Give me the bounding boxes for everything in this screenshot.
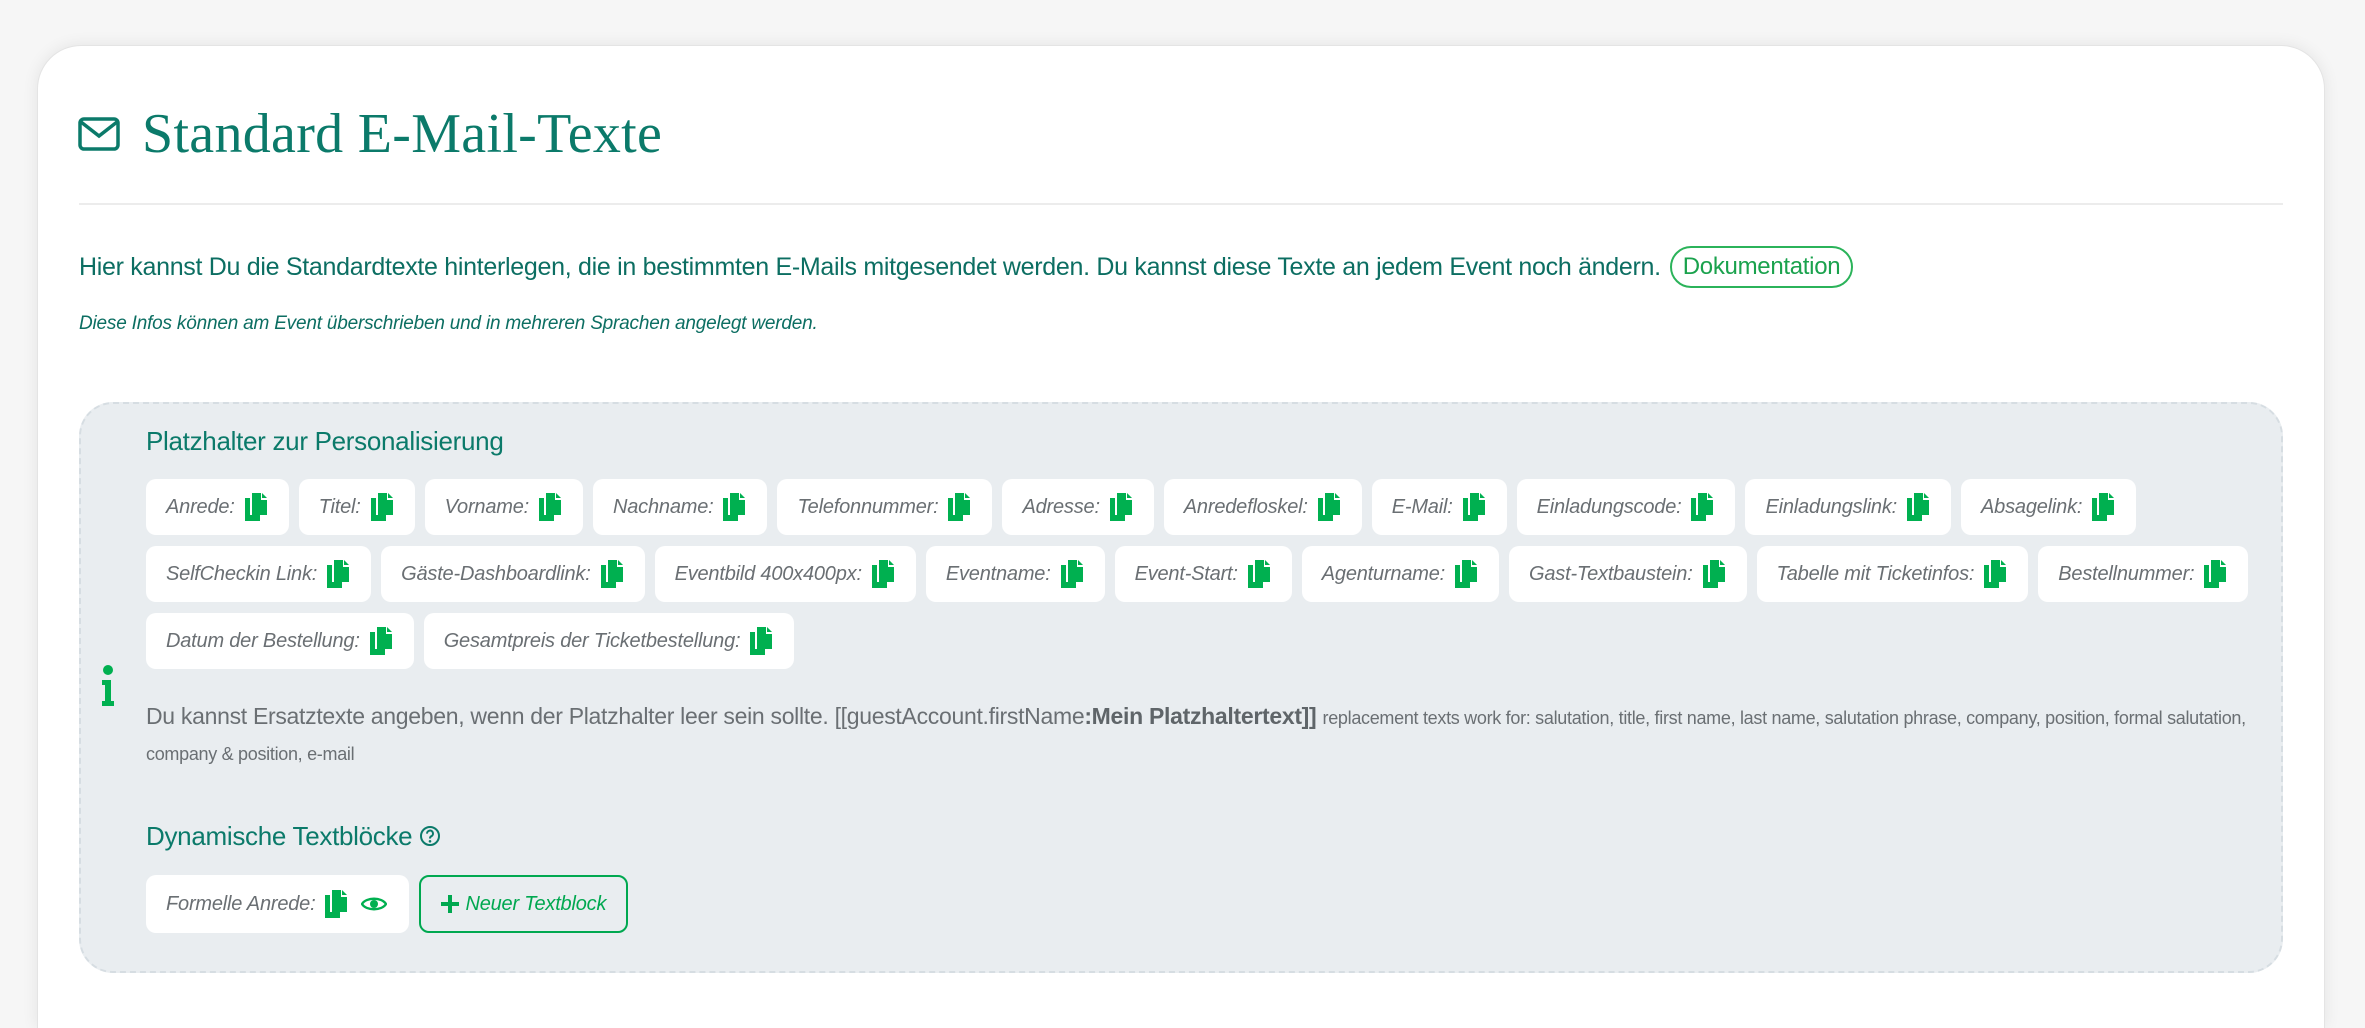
dynamic-blocks-header: Dynamische Textblöcke [146, 817, 2259, 855]
copy-icon[interactable] [2092, 493, 2115, 521]
copy-icon[interactable] [1455, 560, 1478, 588]
envelope-icon [78, 117, 120, 151]
placeholders-heading: Platzhalter zur Personalisierung [146, 426, 504, 456]
page-title: Standard E-Mail-Texte [142, 103, 663, 165]
placeholder-label: Vorname: [444, 495, 530, 518]
copy-icon[interactable] [723, 493, 746, 521]
placeholder-chip[interactable]: Absagelink: [1961, 479, 2137, 535]
page-header: Standard E-Mail-Texte [78, 98, 662, 170]
copy-icon[interactable] [327, 560, 350, 588]
copy-icon[interactable] [539, 493, 561, 521]
copy-icon[interactable] [1109, 493, 1132, 521]
placeholder-chip[interactable]: Event-Start: [1114, 546, 1292, 602]
placeholder-chip[interactable]: Bestellnummer: [2038, 546, 2249, 602]
placeholder-label: Einladungslink: [1765, 495, 1898, 518]
placeholder-info-box: Platzhalter zur Personalisierung Anrede:… [79, 402, 2283, 973]
placeholder-chip[interactable]: Telefonnummer: [777, 479, 993, 535]
copy-icon[interactable] [1247, 560, 1270, 588]
placeholder-label: Tabelle mit Ticketinfos: [1776, 562, 1975, 585]
replacement-info: Du kannst Ersatztexte angeben, wenn der … [146, 699, 2259, 771]
placeholder-chip[interactable]: Adresse: [1002, 479, 1154, 535]
copy-icon[interactable] [750, 627, 773, 655]
new-textblock-button[interactable]: Neuer Textblock [419, 875, 629, 933]
placeholder-chip[interactable]: Anrede: [146, 479, 289, 535]
plus-icon [441, 895, 460, 913]
email-texts-card: Standard E-Mail-Texte Hier kannst Du die… [37, 45, 2325, 1028]
copy-icon[interactable] [1691, 493, 1714, 521]
replacement-text: Du kannst Ersatztexte angeben, wenn der … [146, 703, 829, 729]
copy-icon[interactable] [244, 493, 267, 521]
copy-icon[interactable] [325, 890, 348, 918]
eye-icon[interactable] [361, 895, 388, 913]
info-icon [101, 665, 115, 712]
copy-icon[interactable] [370, 493, 393, 521]
copy-icon[interactable] [369, 627, 392, 655]
textblock-label: Formelle Anrede: [166, 892, 316, 915]
placeholder-chip[interactable]: Eventname: [925, 546, 1105, 602]
placeholder-chip[interactable]: SelfCheckin Link: [146, 546, 372, 602]
copy-icon[interactable] [2204, 560, 2227, 588]
placeholder-label: Eventname: [945, 562, 1051, 585]
placeholder-label: E-Mail: [1391, 495, 1453, 518]
placeholder-label: Gast-Textbaustein: [1529, 562, 1693, 585]
placeholder-chip[interactable]: Vorname: [424, 479, 583, 535]
placeholder-chip[interactable]: Nachname: [593, 479, 768, 535]
placeholder-chip[interactable]: Einladungscode: [1516, 479, 1736, 535]
header-divider [79, 203, 2283, 205]
intro-text: Hier kannst Du die Standardtexte hinterl… [79, 252, 1661, 281]
replacement-code-prefix: [[guestAccount.firstName [834, 703, 1085, 729]
placeholder-label: Agenturname: [1321, 562, 1446, 585]
placeholder-chip[interactable]: Agenturname: [1301, 546, 1500, 602]
placeholder-label: Bestellnummer: [2058, 562, 2195, 585]
placeholder-chip[interactable]: Datum der Bestellung: [146, 613, 414, 669]
copy-icon[interactable] [1060, 560, 1083, 588]
override-note: Diese Infos können am Event überschriebe… [79, 313, 818, 334]
dynamic-blocks-row: Formelle Anrede: Neuer Textblock [146, 875, 2259, 933]
textblock-chip[interactable]: Formelle Anrede: [146, 875, 410, 933]
placeholder-label: Datum der Bestellung: [166, 629, 360, 652]
placeholder-label: Event-Start: [1134, 562, 1238, 585]
copy-icon[interactable] [1317, 493, 1340, 521]
placeholder-chip[interactable]: Titel: [298, 479, 415, 535]
placeholder-chip[interactable]: Gäste-Dashboardlink: [381, 546, 645, 602]
copy-icon[interactable] [1907, 493, 1930, 521]
placeholder-label: Eventbild 400x400px: [674, 562, 862, 585]
copy-icon[interactable] [948, 493, 971, 521]
placeholder-chip-list: Anrede: Titel: Vorname: Nachname: Telefonnum… [146, 479, 2259, 669]
replacement-code-bold: :Mein Platzhaltertext]] [1084, 703, 1317, 729]
placeholder-label: Adresse: [1022, 495, 1100, 518]
placeholder-label: Gäste-Dashboardlink: [401, 562, 591, 585]
new-textblock-label: Neuer Textblock [465, 892, 607, 915]
copy-icon[interactable] [600, 560, 623, 588]
placeholder-chip[interactable]: Einladungslink: [1745, 479, 1952, 535]
intro-paragraph: Hier kannst Du die Standardtexte hinterl… [79, 246, 2283, 288]
placeholder-chip[interactable]: E-Mail: [1371, 479, 1507, 535]
placeholder-label: SelfCheckin Link: [166, 562, 318, 585]
placeholder-label: Anredefloskel: [1183, 495, 1308, 518]
placeholder-chip[interactable]: Gast-Textbaustein: [1509, 546, 1747, 602]
dynamic-blocks-heading: Dynamische Textblöcke [146, 821, 413, 851]
copy-icon[interactable] [1984, 560, 2007, 588]
placeholder-chip[interactable]: Anredefloskel: [1163, 479, 1362, 535]
question-circle-icon[interactable] [419, 825, 441, 847]
placeholder-label: Einladungscode: [1536, 495, 1682, 518]
placeholder-label: Telefonnummer: [797, 495, 939, 518]
placeholder-label: Gesamtpreis der Ticketbestellung: [443, 629, 741, 652]
placeholder-label: Anrede: [166, 495, 235, 518]
copy-icon[interactable] [1462, 493, 1485, 521]
copy-icon[interactable] [1702, 560, 1725, 588]
placeholder-chip[interactable]: Tabelle mit Ticketinfos: [1756, 546, 2029, 602]
placeholder-chip[interactable]: Eventbild 400x400px: [654, 546, 916, 602]
placeholder-chip[interactable]: Gesamtpreis der Ticketbestellung: [423, 613, 795, 669]
documentation-link[interactable]: Dokumentation [1669, 246, 1854, 288]
copy-icon[interactable] [871, 560, 894, 588]
placeholder-label: Titel: [318, 495, 361, 518]
placeholder-label: Absagelink: [1981, 495, 2083, 518]
placeholder-label: Nachname: [613, 495, 714, 518]
